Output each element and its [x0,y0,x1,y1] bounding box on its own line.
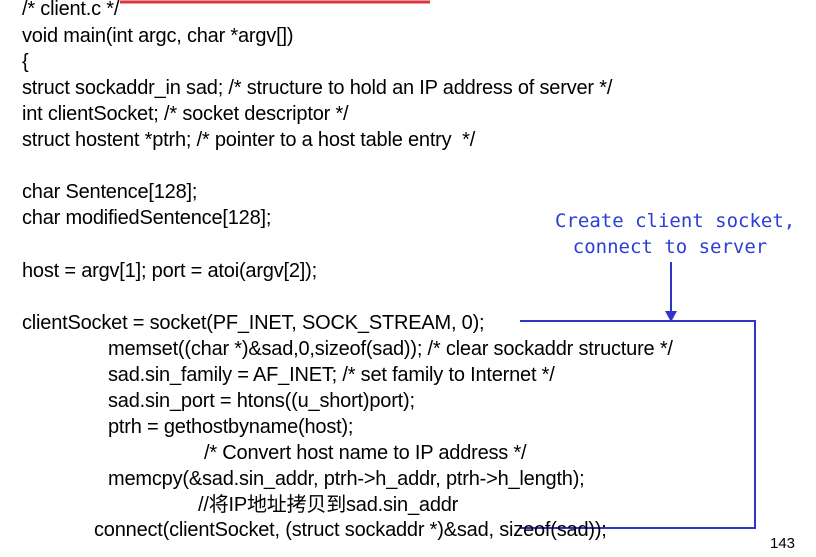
code-line-clientsocket-decl: int clientSocket; /* socket descriptor *… [22,103,349,125]
code-line-sentence-decl: char Sentence[128]; [22,181,198,203]
code-line-socket-call: clientSocket = socket(PF_INET, SOCK_STRE… [22,312,485,334]
annotation-line-1: Create client socket, [555,210,796,232]
annotation-line-2: connect to server [572,236,768,258]
code-line-copy-comment: //将IP地址拷贝到sad.sin_addr [198,494,459,516]
code-line-host-port: host = argv[1]; port = atoi(argv[2]); [22,260,317,282]
code-line-sin-family: sad.sin_family = AF_INET; /* set family … [108,364,555,386]
code-line-connect: connect(clientSocket, (struct sockaddr *… [94,519,607,541]
code-line-sin-port: sad.sin_port = htons((u_short)port); [108,390,415,412]
code-line-gethostbyname: ptrh = gethostbyname(host); [108,416,354,438]
code-line-comment-title: /* client.c */ [22,0,120,20]
code-line-ptrh-decl: struct hostent *ptrh; /* pointer to a ho… [22,129,476,151]
code-line-memcpy: memcpy(&sad.sin_addr, ptrh->h_addr, ptrh… [108,468,585,490]
code-line-memset: memset((char *)&sad,0,sizeof(sad)); /* c… [108,338,673,360]
code-line-main-signature: void main(int argc, char *argv[]) [22,25,294,47]
page-number: 143 [770,535,796,552]
code-line-convert-comment: /* Convert host name to IP address */ [204,442,527,464]
code-line-sad-decl: struct sockaddr_in sad; /* structure to … [22,77,613,99]
code-line-modified-decl: char modifiedSentence[128]; [22,207,272,229]
code-line-open-brace: { [22,51,29,73]
